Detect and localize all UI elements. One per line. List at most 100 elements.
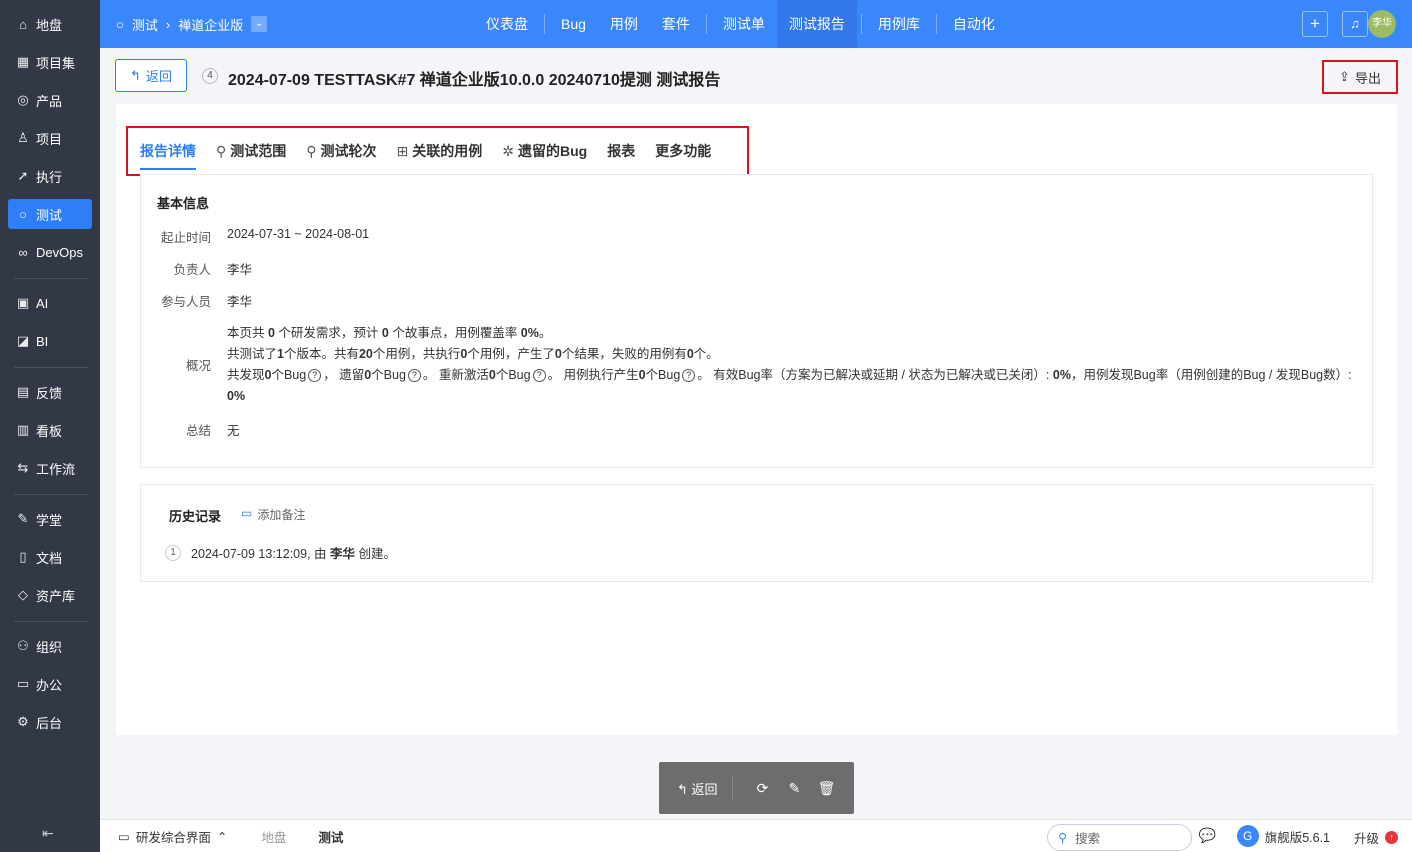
upgrade-button[interactable]: 升级 ↑ [1354,828,1398,847]
footer-crumb-home[interactable]: 地盘 [245,827,302,846]
nav-item-3[interactable]: 套件 [650,0,702,48]
sidebar-item-label: 项目集 [36,55,76,71]
overview-value: 0 [554,347,562,361]
sidebar-item-9[interactable]: ▤ 反馈 [8,377,92,407]
help-icon[interactable]: ? [407,369,421,383]
basic-info-heading: 基本信息 [157,196,210,211]
sidebar-item-0[interactable]: ⌂ 地盘 [8,9,92,39]
sidebar-icon: ⌂ [19,16,27,32]
basic-info-card: 基本信息 起止时间 2024-07-31 ~ 2024-08-01 负责人 李华 参与人… [140,174,1373,468]
sidebar-item-4[interactable]: ➚ 执行 [8,161,92,191]
version-info[interactable]: G 旗舰版5.6.1 [1236,825,1330,847]
module-link[interactable]: 测试 [132,15,158,34]
tab-label: 报表 [607,143,636,159]
summary-label: 总结 [185,424,211,438]
sidebar-icon: ▯ [19,549,27,564]
bell-icon[interactable]: ♫ [1342,11,1368,37]
sidebar-item-15[interactable]: ⚇ 组织 [8,631,92,661]
tab-4[interactable]: ✲ 遗留的Bug [502,134,587,168]
footer-crumb-current[interactable]: 测试 [302,827,359,846]
edit-icon[interactable]: ✎ [779,780,811,797]
divider [14,494,88,495]
tab-label: 报告详情 [140,143,196,159]
overview-text: 。 重新激活 [422,368,489,382]
sidebar-item-10[interactable]: ▥ 看板 [8,415,92,445]
sidebar-item-8[interactable]: ◪ BI [8,326,92,356]
search-input[interactable]: ⚲ 搜索 [1047,824,1192,851]
sidebar-item-label: 产品 [36,93,63,109]
divider [14,621,88,622]
sidebar-icon: ○ [19,206,27,222]
avatar[interactable]: 李华 [1368,10,1396,38]
sidebar-icon: ▤ [16,384,30,399]
nav-item-0[interactable]: 仪表盘 [474,0,540,48]
divider [14,367,88,368]
help-icon[interactable]: ? [532,369,546,383]
nav-item-5[interactable]: 测试报告 [776,0,857,48]
top-bar: ○ 测试 › 禅道企业版 ⌄ 仪表盘 Bug 用例 套件 测试单 测试报告 用例库 自动化 +… [100,0,1412,48]
tab-1[interactable]: ⚲ 测试范围 [216,134,286,168]
search-icon: ⚲ [306,143,317,159]
add-button[interactable]: + [1302,11,1328,37]
product-selector[interactable]: 禅道企业版 [178,15,243,34]
collapse-icon[interactable]: ⇤ [42,825,54,842]
sidebar-item-5[interactable]: ○ 测试 [8,199,92,229]
action-back-button[interactable]: ↰ 返回 [677,779,718,798]
tab-6[interactable]: 更多功能 [655,134,711,168]
sidebar-item-7[interactable]: ▣ AI [8,288,92,318]
sidebar-item-label: 资产库 [36,588,76,604]
overview-line: 本页共 0 个研发需求，预计 0 个故事点，用例覆盖率 0%。 [227,323,1357,344]
nav-item-1[interactable]: Bug [549,0,598,48]
add-note-label: 添加备注 [257,508,306,522]
tab-label: 测试轮次 [320,143,377,159]
sidebar-item-14[interactable]: ◇ 资产库 [8,580,92,610]
history-time: 2024-07-09 13:12:09, 由 [191,547,330,561]
export-button[interactable]: ⇪ 导出 [1322,60,1398,94]
divider [14,278,88,279]
search-placeholder: 搜索 [1075,832,1101,846]
sidebar-item-3[interactable]: ♙ 项目 [8,123,92,153]
sidebar-item-13[interactable]: ▯ 文档 [8,542,92,572]
nav-item-4[interactable]: 测试单 [711,0,777,48]
overview-text: 个Bug [495,368,531,382]
overview-value: 0% [520,326,539,340]
overview-text: 。 用例执行产生 [547,368,639,382]
comment-icon: ▭ [241,506,253,520]
tab-3[interactable]: ⊞ 关联的用例 [397,134,483,168]
field-value: 2024-07-31 ~ 2024-08-01 [227,227,370,241]
field-value: 李华 [227,295,253,309]
search-icon: ○ [116,16,124,32]
version-label: 旗舰版5.6.1 [1264,830,1330,845]
app-switcher[interactable]: ▭ 研发综合界面 ⌃ [100,827,245,846]
sidebar-item-16[interactable]: ▭ 办公 [8,669,92,699]
help-icon[interactable]: ? [682,369,696,383]
search-icon: ⚲ [1058,831,1068,845]
refresh-icon[interactable]: ⟳ [747,780,779,797]
sidebar-item-1[interactable]: ▦ 项目集 [8,47,92,77]
chevron-up-icon: ⌃ [216,829,228,844]
nav-item-7[interactable]: 自动化 [941,0,1007,48]
sidebar-item-11[interactable]: ⇆ 工作流 [8,453,92,483]
trash-icon[interactable]: 🗑 [811,780,843,797]
sidebar-item-17[interactable]: ⚙ 后台 [8,707,92,737]
back-arrow-icon: ↰ [130,67,141,83]
add-note-button[interactable]: ▭ 添加备注 [241,506,305,523]
ai-chat-icon[interactable]: 💬 [1199,827,1216,844]
tab-2[interactable]: ⚲ 测试轮次 [306,134,376,168]
tab-5[interactable]: 报表 [607,134,635,168]
chevron-down-icon[interactable]: ⌄ [251,16,268,32]
overview-value: 0 [267,326,275,340]
overview-text: ，用例发现Bug率（用例创建的Bug / 发现Bug数）: [1070,368,1352,382]
overview-text: 共发现 [227,368,265,382]
nav-item-6[interactable]: 用例库 [866,0,932,48]
sidebar-item-2[interactable]: ◎ 产品 [8,85,92,115]
tab-0[interactable]: 报告详情 [140,134,196,170]
main-nav: 仪表盘 Bug 用例 套件 测试单 测试报告 用例库 自动化 [474,0,1007,48]
back-button[interactable]: ↰ 返回 [115,59,187,92]
help-icon[interactable]: ? [308,369,322,383]
sidebar-item-6[interactable]: ∞ DevOps [8,237,92,267]
sidebar-item-12[interactable]: ✎ 学堂 [8,504,92,534]
nav-item-2[interactable]: 用例 [598,0,650,48]
overview-value: 0% [227,389,246,403]
overview-value: 0 [638,368,646,382]
